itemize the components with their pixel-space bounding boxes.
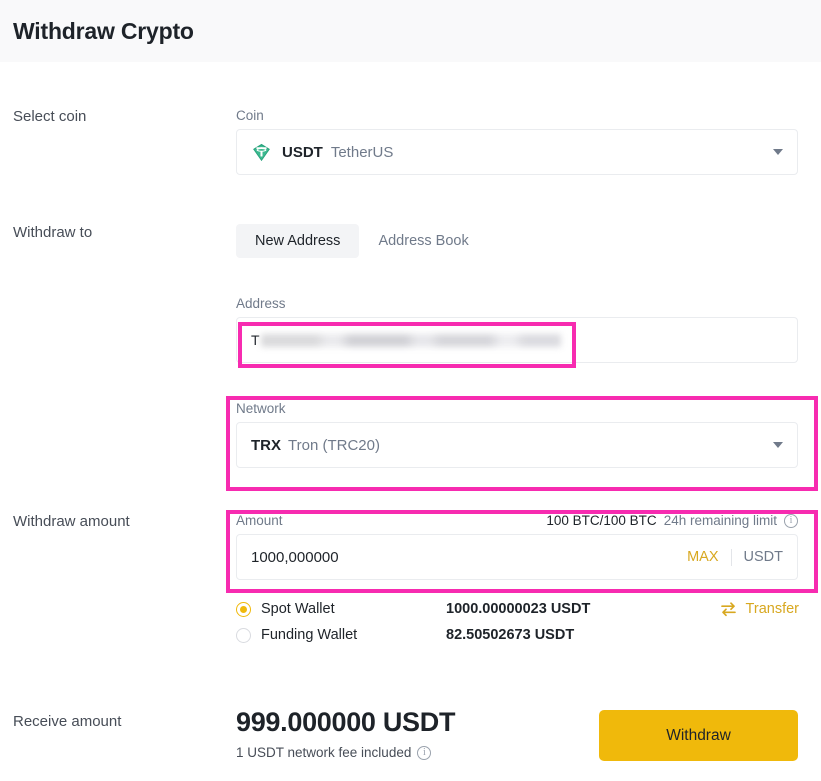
radio-spot-wallet[interactable] [236,601,251,617]
select-coin-label: Select coin [13,108,87,125]
wallet-list: Spot Wallet 1000.00000023 USDT Transfer … [236,596,821,648]
receive-amount-label: Receive amount [13,713,122,730]
withdraw-button[interactable]: Withdraw [599,710,798,761]
fee-note-text: 1 USDT network fee included [236,745,412,760]
info-icon[interactable]: i [417,745,432,760]
withdraw-to-tabs: New Address Address Book [236,224,821,258]
swap-arrows-icon [720,601,736,616]
withdraw-to-label: Withdraw to [13,224,93,241]
wallet-balance-spot: 1000.00000023 USDT [446,601,591,617]
tab-new-address[interactable]: New Address [236,224,360,258]
withdraw-to-body: New Address Address Book [236,224,821,258]
wallet-row-funding[interactable]: Funding Wallet 82.50502673 USDT [236,622,821,648]
radio-funding-wallet[interactable] [236,627,251,643]
withdraw-to-section: Withdraw to New Address Address Book [0,224,821,258]
select-coin-section: Select coin Coin USDT TetherUS [0,108,821,175]
transfer-label: Transfer [745,601,799,617]
tab-address-book[interactable]: Address Book [359,224,487,258]
wallet-balance-funding: 82.50502673 USDT [446,627,575,643]
coin-caption: Coin [236,108,264,123]
chevron-down-icon[interactable] [773,149,783,155]
select-coin-body: Coin USDT TetherUS [236,108,821,175]
highlight-box-network [226,396,818,491]
wallet-row-spot[interactable]: Spot Wallet 1000.00000023 USDT Transfer [236,596,821,622]
coin-name: TetherUS [330,143,394,161]
highlight-box-amount [226,510,818,593]
coin-symbol: USDT [282,143,323,161]
usdt-coin-icon [253,143,270,161]
wallet-name-funding: Funding Wallet [261,627,358,643]
coin-select[interactable]: USDT TetherUS [236,129,798,175]
transfer-link[interactable]: Transfer [720,601,821,617]
page-header: Withdraw Crypto [0,0,821,62]
page-title: Withdraw Crypto [13,17,194,44]
withdraw-amount-label: Withdraw amount [13,513,130,530]
highlight-box-address [238,322,576,368]
address-caption: Address [236,296,286,311]
wallet-name-spot: Spot Wallet [261,601,335,617]
